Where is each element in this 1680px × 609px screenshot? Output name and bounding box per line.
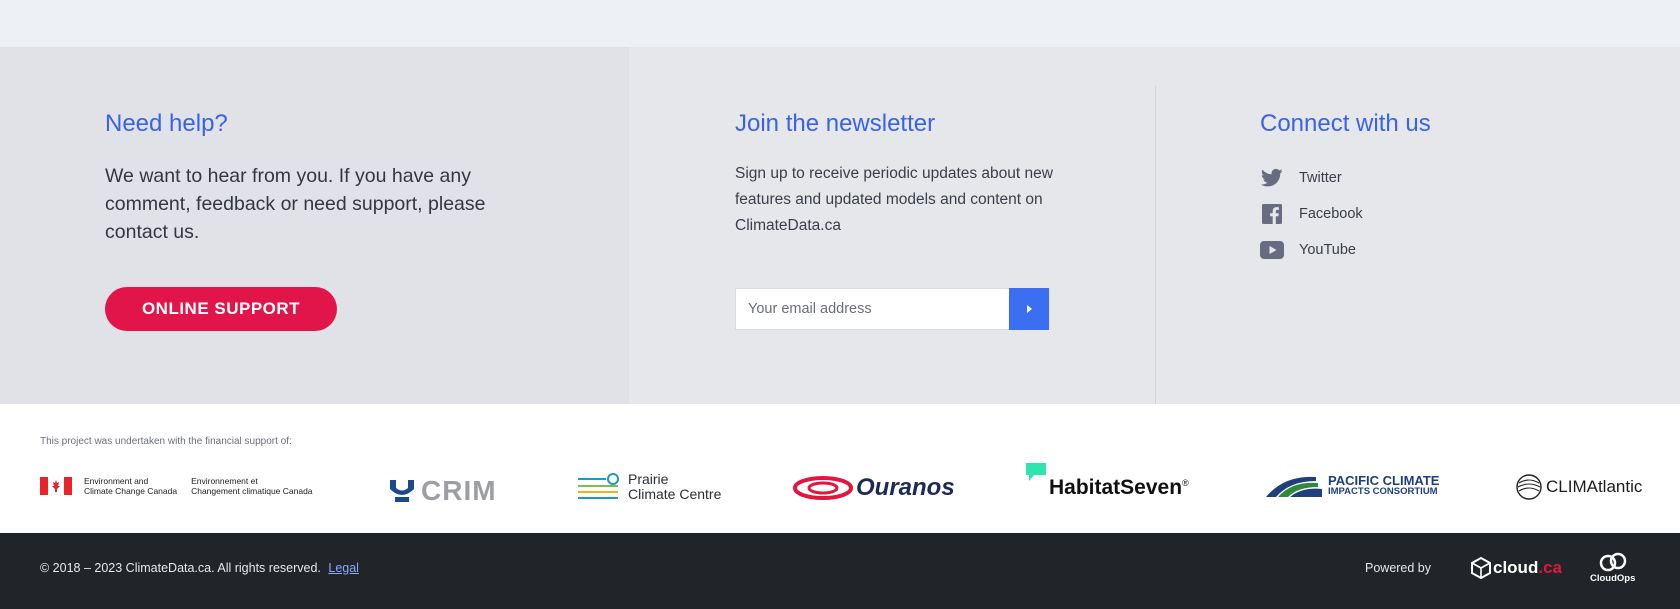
caret-right-icon xyxy=(1027,305,1032,313)
habitat-seven-text: HabitatSeven xyxy=(1049,476,1183,499)
social-label: Facebook xyxy=(1299,206,1363,222)
social-links: Twitter Facebook YouTube xyxy=(1260,160,1363,268)
ouranos-text: Ouranos xyxy=(856,474,955,501)
crim-logo[interactable]: CRIM xyxy=(389,475,497,507)
copyright: © 2018 – 2023 ClimateData.ca. All rights… xyxy=(40,561,359,575)
prairie-climate-centre-logo[interactable]: Prairie Climate Centre xyxy=(576,472,721,502)
online-support-button[interactable]: ONLINE SUPPORT xyxy=(105,287,337,331)
cloud-ca-logo[interactable]: cloud .ca xyxy=(1471,557,1562,579)
facebook-icon xyxy=(1260,202,1284,226)
social-label: YouTube xyxy=(1299,242,1356,258)
cloudops-text: CloudOps xyxy=(1590,573,1636,584)
eccc-fr-line-2: Changement climatique Canada xyxy=(191,486,313,496)
prairie-wave-icon xyxy=(578,473,619,499)
climatlantic-globe-icon xyxy=(1516,474,1542,500)
top-strip xyxy=(0,0,1680,47)
habitat-seven-registered: ® xyxy=(1182,478,1189,488)
eccc-en-line-1: Environment and xyxy=(84,476,149,486)
funding-note: This project was undertaken with the fin… xyxy=(40,436,292,447)
youtube-icon xyxy=(1260,238,1284,262)
social-link-youtube[interactable]: YouTube xyxy=(1260,232,1363,268)
ouranos-logo[interactable]: Ouranos xyxy=(793,474,955,502)
crim-text: CRIM xyxy=(421,475,497,506)
social-link-facebook[interactable]: Facebook xyxy=(1260,196,1363,232)
help-title: Need help? xyxy=(105,110,228,137)
climatlantic-text: CLIMAtlantic xyxy=(1546,477,1643,496)
habitat-seven-logo[interactable]: HabitatSeven ® xyxy=(1026,463,1189,500)
prairie-line-2: Climate Centre xyxy=(628,486,722,502)
pcic-logo[interactable]: PACIFIC CLIMATE IMPACTS CONSORTIUM xyxy=(1266,473,1440,497)
email-input[interactable] xyxy=(735,288,1010,330)
pcic-line-1: PACIFIC CLIMATE xyxy=(1328,473,1440,488)
connect-title: Connect with us xyxy=(1260,110,1431,137)
ouranos-swirl-icon xyxy=(793,476,853,500)
pcic-line-2: IMPACTS CONSORTIUM xyxy=(1328,486,1438,497)
powered-by-label: Powered by xyxy=(1365,561,1432,575)
eccc-fr-line-1: Environnement et xyxy=(191,476,258,486)
eccc-logo[interactable]: Environment and Climate Change Canada En… xyxy=(40,476,313,496)
twitter-icon xyxy=(1260,166,1284,190)
newsletter-title: Join the newsletter xyxy=(735,110,936,137)
prairie-line-1: Prairie xyxy=(628,471,669,487)
newsletter-text: Sign up to receive periodic updates abou… xyxy=(735,165,1053,234)
social-link-twitter[interactable]: Twitter xyxy=(1260,160,1363,196)
eccc-en-line-2: Climate Change Canada xyxy=(84,486,178,496)
newsletter-form xyxy=(735,288,1049,330)
habitat-seven-mark-icon xyxy=(1026,463,1046,481)
help-text: We want to hear from you. If you have an… xyxy=(105,165,486,243)
crim-mark-icon xyxy=(390,480,414,502)
pcic-mountain-icon xyxy=(1266,476,1322,497)
canada-flag-icon xyxy=(40,477,72,495)
legal-link[interactable]: Legal xyxy=(328,561,359,575)
cloudops-infinity-icon xyxy=(1599,552,1626,572)
newsletter-submit-button[interactable] xyxy=(1009,288,1049,330)
cloud-cube-icon xyxy=(1471,557,1491,579)
column-divider xyxy=(1155,86,1156,404)
climatlantic-logo[interactable]: CLIMAtlantic xyxy=(1515,473,1642,501)
social-label: Twitter xyxy=(1299,170,1342,186)
cloud-text: cloud xyxy=(1493,558,1539,577)
cloudops-logo[interactable]: CloudOps xyxy=(1590,552,1635,584)
cloud-suffix: .ca xyxy=(1538,558,1562,577)
copyright-text: © 2018 – 2023 ClimateData.ca. All rights… xyxy=(40,561,321,575)
